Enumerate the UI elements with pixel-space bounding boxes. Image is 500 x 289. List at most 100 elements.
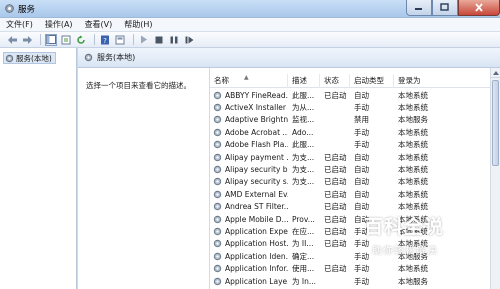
service-name: Andrea ST Filter...: [225, 202, 288, 212]
menu-view[interactable]: 查看(V): [85, 19, 113, 30]
help-button[interactable]: ?: [99, 34, 111, 46]
scroll-up-button[interactable]: [491, 68, 500, 78]
service-name: ABBYY FineRead...: [225, 90, 288, 100]
export-list-icon: [61, 35, 71, 44]
gear-icon: [213, 141, 222, 149]
service-log-on-as: 本地系统: [398, 103, 428, 113]
service-name-cell: AMD External Ev...: [210, 190, 288, 199]
console-tree-button[interactable]: [45, 33, 57, 46]
maximize-button[interactable]: [432, 0, 458, 16]
table-row[interactable]: Adobe Acrobat ... Ado... 手动 本地系统: [210, 126, 490, 138]
restart-service-button[interactable]: [183, 34, 195, 46]
table-row[interactable]: ActiveX Installer ... 为从... 手动 本地系统: [210, 101, 490, 113]
gear-icon: [213, 91, 222, 99]
back-button[interactable]: [6, 34, 18, 46]
restart-icon: [185, 36, 193, 43]
service-startup-type: 手动: [354, 276, 369, 286]
service-startup-type: 手动: [354, 127, 369, 137]
service-description: 此服...: [292, 90, 315, 100]
scrollbar-thumb[interactable]: [492, 80, 499, 166]
column-header-status[interactable]: 状态: [320, 74, 350, 88]
service-description: 监视...: [292, 115, 315, 125]
service-description: 为 II...: [292, 239, 314, 249]
service-name: Alipay security b...: [225, 165, 288, 175]
table-row[interactable]: Alipay security b... 为支... 已启动 自动 本地系统: [210, 163, 490, 175]
gear-icon: [213, 264, 222, 273]
service-log-on-as: 本地服务: [398, 276, 428, 286]
service-name: Apple Mobile D...: [225, 214, 288, 224]
chevron-up-icon: [492, 70, 499, 75]
service-status: 已启动: [324, 264, 347, 274]
service-status: 已启动: [324, 152, 347, 162]
table-row[interactable]: Application Laye... 为 In... 手动 本地服务: [210, 275, 490, 287]
service-name: Adobe Acrobat ...: [225, 127, 288, 137]
service-name: Adobe Flash Pla...: [225, 140, 288, 150]
service-description: 为 In...: [292, 276, 317, 286]
service-name-cell: Adobe Flash Pla...: [210, 140, 288, 149]
stop-service-button[interactable]: [153, 34, 165, 46]
vertical-scrollbar[interactable]: [490, 68, 500, 289]
table-row[interactable]: AMD External Ev... 已启动 自动 本地系统: [210, 188, 490, 200]
service-name: Application Infor...: [225, 264, 288, 274]
service-name: ActiveX Installer ...: [225, 103, 288, 113]
menu-file[interactable]: 文件(F): [6, 19, 33, 30]
table-row[interactable]: Alipay payment ... 为支... 已启动 自动 本地系统: [210, 151, 490, 163]
table-row[interactable]: Adaptive Brightn... 监视... 禁用 本地服务: [210, 114, 490, 126]
toolbar-separator: [40, 34, 41, 45]
service-status: 已启动: [324, 239, 347, 249]
window-title: 服务: [18, 5, 36, 15]
console-tree-icon: [46, 35, 56, 44]
table-row[interactable]: ABBYY FineRead... 此服... 已启动 自动 本地系统: [210, 89, 490, 101]
forward-button[interactable]: [21, 34, 33, 46]
menu-help[interactable]: 帮助(H): [124, 19, 152, 30]
toolbar: ?: [0, 32, 500, 48]
menu-action[interactable]: 操作(A): [45, 19, 73, 30]
sort-ascending-icon: ▲: [244, 74, 249, 81]
pause-service-button[interactable]: [168, 34, 180, 46]
service-log-on-as: 本地系统: [398, 177, 428, 187]
service-description: 在应...: [292, 226, 315, 236]
minimize-button[interactable]: [406, 0, 432, 16]
menu-bar: 文件(F) 操作(A) 查看(V) 帮助(H): [0, 18, 500, 32]
service-name-cell: Adaptive Brightn...: [210, 115, 288, 124]
service-name-cell: Adobe Acrobat ...: [210, 128, 288, 137]
service-description: 使用...: [292, 264, 315, 274]
properties-button[interactable]: [114, 34, 126, 46]
column-header-description-label: 描述: [292, 76, 307, 85]
service-name: Application Expe...: [225, 226, 288, 236]
tree-item-services-local[interactable]: 服务(本地): [3, 52, 56, 64]
gear-icon: [213, 190, 222, 199]
service-log-on-as: 本地系统: [398, 152, 428, 162]
gear-icon: [213, 227, 222, 236]
start-service-button[interactable]: [138, 34, 150, 46]
column-header-name[interactable]: ▲ 名称: [210, 74, 288, 88]
service-name-cell: Alipay security s...: [210, 177, 288, 186]
watermark-title: 百科全说: [364, 216, 445, 238]
close-button[interactable]: [458, 0, 500, 16]
watermark-logo: 百科全说 助你轻松解决: [360, 212, 480, 267]
back-arrow-icon: [7, 35, 17, 44]
description-pane: 选择一个项目来查看它的描述。: [78, 68, 210, 289]
table-row[interactable]: Adobe Flash Pla... 此服... 手动 本地系统: [210, 139, 490, 151]
title-bar: 服务: [0, 0, 500, 18]
service-name-cell: ABBYY FineRead...: [210, 91, 288, 100]
column-header-description[interactable]: 描述: [288, 74, 320, 88]
service-name-cell: Alipay payment ...: [210, 153, 288, 162]
column-header-log-on-as[interactable]: 登录为: [394, 74, 490, 88]
service-description: 为从...: [292, 103, 315, 113]
toolbar-separator: [133, 34, 134, 45]
export-list-button[interactable]: [60, 34, 72, 46]
service-name-cell: Application Expe...: [210, 227, 288, 236]
table-row[interactable]: Alipay security s... 为支... 已启动 自动 本地系统: [210, 176, 490, 188]
service-status: 已启动: [324, 214, 347, 224]
gear-icon: [213, 103, 222, 112]
forward-arrow-icon: [22, 35, 32, 44]
gear-icon: [213, 240, 222, 248]
play-icon: [141, 35, 147, 44]
refresh-button[interactable]: [75, 34, 87, 46]
service-status: 已启动: [324, 189, 347, 199]
pause-icon: [170, 36, 178, 43]
column-header-startup-type[interactable]: 启动类型: [350, 74, 394, 88]
service-name: Alipay payment ...: [225, 152, 288, 162]
gear-icon: [213, 252, 222, 260]
